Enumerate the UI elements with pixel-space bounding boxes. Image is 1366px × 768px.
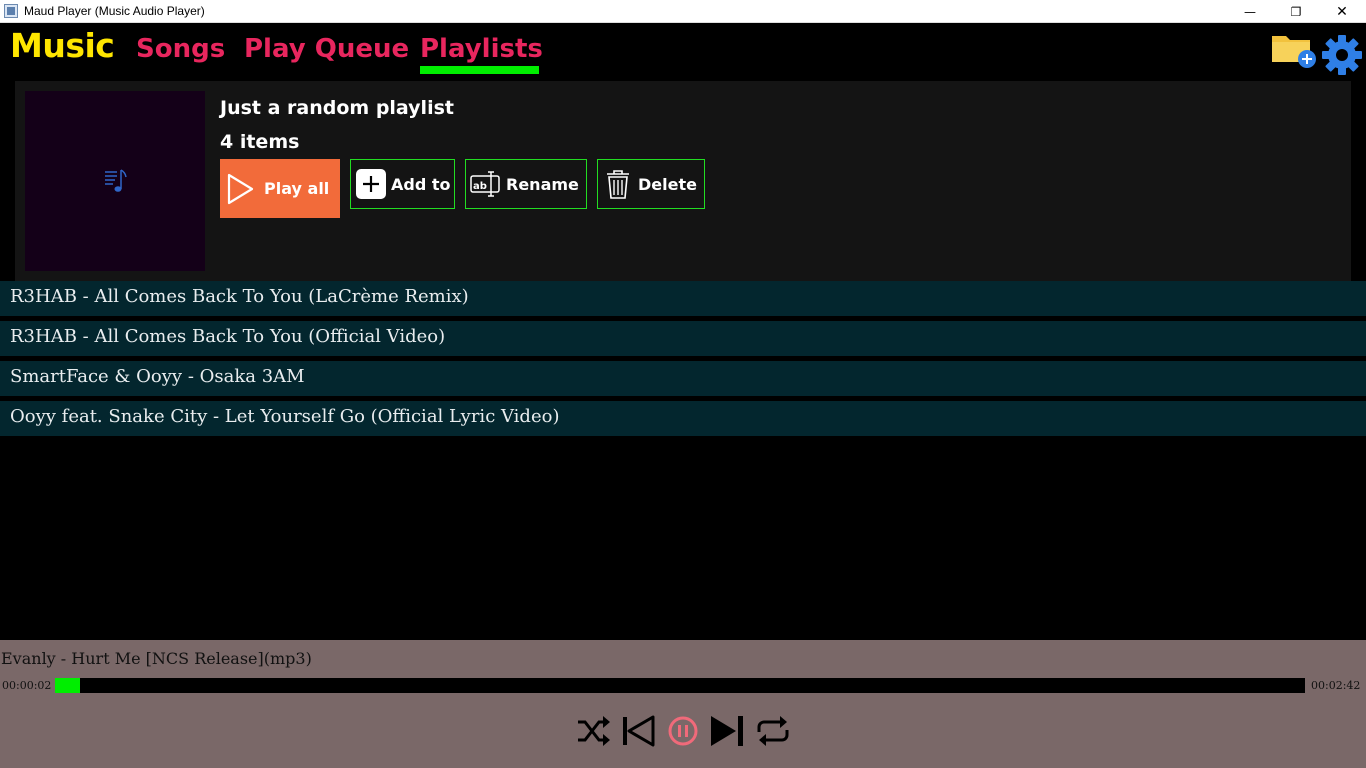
repeat-icon[interactable] [754,712,792,750]
total-time: 00:02:42 [1311,679,1361,692]
delete-label: Delete [638,175,697,194]
track-title: R3HAB - All Comes Back To You (Official … [10,326,446,347]
trash-icon [607,170,629,199]
brand-music[interactable]: Music [10,26,115,65]
pause-icon[interactable] [664,712,702,750]
progress-slider[interactable] [55,678,1305,693]
elapsed-time: 00:00:02 [2,679,52,692]
folder-add-icon[interactable] [1270,30,1318,70]
next-icon[interactable] [709,712,747,750]
add-to-button[interactable]: Add to [350,159,455,209]
now-playing-title: Evanly - Hurt Me [NCS Release](mp3) [1,649,312,668]
rename-label: Rename [506,175,579,194]
active-tab-indicator [420,66,539,74]
window-title: Maud Player (Music Audio Player) [24,4,205,18]
track-row[interactable]: SmartFace & Ooyy - Osaka 3AM [0,361,1366,396]
tab-playlists[interactable]: Playlists [420,34,543,64]
progress-fill [55,678,80,693]
previous-icon[interactable] [619,712,657,750]
play-icon [227,173,254,205]
playlist-cover-art [25,91,205,271]
rename-button[interactable]: ab Rename [465,159,587,209]
rename-icon: ab [470,171,500,197]
add-icon [356,169,386,199]
track-row[interactable]: R3HAB - All Comes Back To You (Official … [0,321,1366,356]
play-all-label: Play all [264,179,330,198]
tab-songs[interactable]: Songs [136,34,225,64]
delete-button[interactable]: Delete [597,159,705,209]
minimize-button[interactable]: — [1227,0,1273,23]
play-all-button[interactable]: Play all [220,159,340,218]
shuffle-icon[interactable] [574,712,612,750]
gear-icon[interactable] [1320,33,1364,77]
svg-text:ab: ab [473,181,487,192]
add-to-label: Add to [391,175,451,194]
playlist-title: Just a random playlist [220,97,454,119]
track-title: R3HAB - All Comes Back To You (LaCrème R… [10,286,469,307]
restore-button[interactable]: ❐ [1273,0,1319,23]
track-row[interactable]: R3HAB - All Comes Back To You (LaCrème R… [0,281,1366,316]
track-row[interactable]: Ooyy feat. Snake City - Let Yourself Go … [0,401,1366,436]
app-icon [4,4,18,18]
track-title: Ooyy feat. Snake City - Let Yourself Go … [10,406,560,427]
close-button[interactable]: ✕ [1319,0,1365,23]
playlist-item-count: 4 items [220,131,300,153]
playlist-music-icon [105,169,127,192]
track-title: SmartFace & Ooyy - Osaka 3AM [10,366,305,387]
tab-play-queue[interactable]: Play Queue [244,34,409,64]
player-bar: Evanly - Hurt Me [NCS Release](mp3) 00:0… [0,640,1366,768]
title-bar: Maud Player (Music Audio Player) — ❐ ✕ [0,0,1366,23]
